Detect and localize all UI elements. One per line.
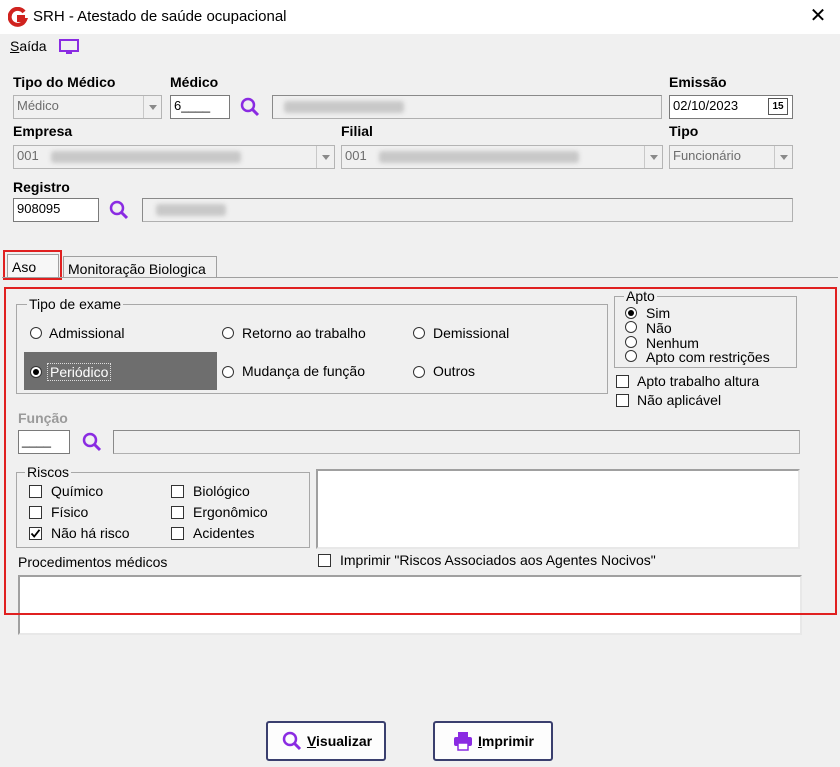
highlight-box-tab xyxy=(3,250,62,280)
label-emissao: Emissão xyxy=(669,74,727,90)
search-icon[interactable] xyxy=(107,198,131,222)
label-medico: Médico xyxy=(170,74,219,90)
tipo-select[interactable]: Funcionário xyxy=(669,145,793,169)
search-icon[interactable] xyxy=(238,95,262,119)
label-filial: Filial xyxy=(341,123,373,139)
close-icon[interactable]: ✕ xyxy=(806,4,830,28)
medico-code-input[interactable]: 6____ xyxy=(170,95,230,119)
imprimir-label: Imprimir xyxy=(477,733,534,749)
menu-saida[interactable]: Saída xyxy=(10,38,47,54)
medico-name-field xyxy=(272,95,662,119)
highlight-box-panel xyxy=(4,287,837,615)
imprimir-button[interactable]: Imprimir xyxy=(433,721,553,761)
chevron-down-icon[interactable] xyxy=(774,146,792,168)
tab-panel-border xyxy=(2,277,838,278)
label-empresa: Empresa xyxy=(13,123,73,139)
printer-icon xyxy=(453,732,472,751)
registro-input[interactable]: 908095 xyxy=(13,198,99,222)
label-tipo-medico: Tipo do Médico xyxy=(13,74,116,90)
registro-name-field xyxy=(142,198,793,222)
filial-select[interactable]: 001 xyxy=(341,145,663,169)
window-title: SRH - Atestado de saúde ocupacional xyxy=(33,8,287,25)
tipo-medico-select[interactable]: Médico xyxy=(13,95,162,119)
calendar-icon[interactable]: 15 xyxy=(768,98,788,115)
empresa-select[interactable]: 001 xyxy=(13,145,335,169)
chevron-down-icon[interactable] xyxy=(143,96,161,118)
chevron-down-icon[interactable] xyxy=(316,146,334,168)
visualizar-label: Visualizar xyxy=(306,733,373,749)
label-tipo: Tipo xyxy=(669,123,699,139)
search-icon xyxy=(282,731,301,751)
label-registro: Registro xyxy=(13,179,70,195)
visualizar-button[interactable]: Visualizar xyxy=(266,721,386,761)
monitor-icon[interactable] xyxy=(58,38,80,56)
chevron-down-icon[interactable] xyxy=(644,146,662,168)
app-logo-icon xyxy=(8,7,28,27)
tab-monitoracao-biologica[interactable]: Monitoração Biologica xyxy=(63,256,217,278)
